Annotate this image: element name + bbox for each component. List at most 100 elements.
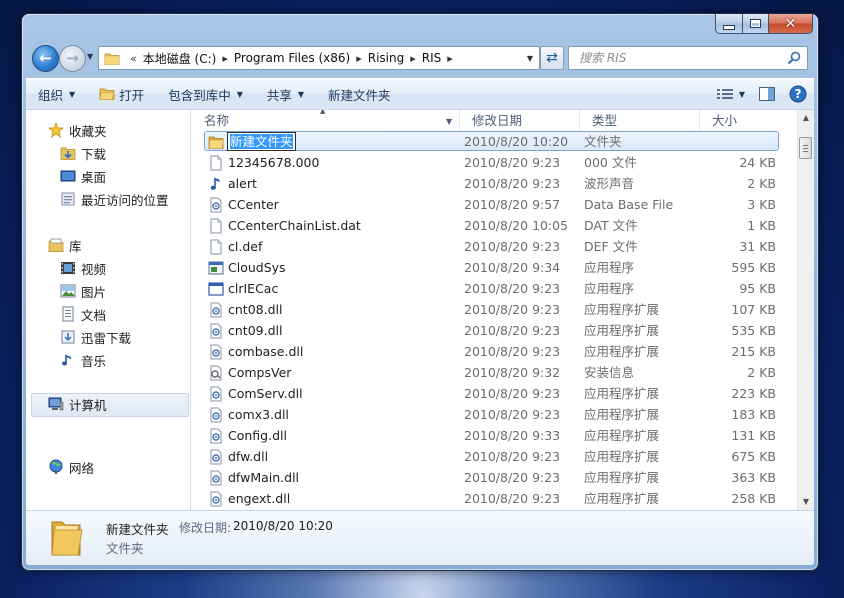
search-box[interactable] <box>568 46 808 70</box>
search-input[interactable] <box>577 50 787 66</box>
blank-file-icon <box>208 239 224 255</box>
breadcrumb-separator-icon[interactable]: ▸ <box>404 52 422 65</box>
organize-button[interactable]: 组织 ▼ <box>26 79 87 109</box>
scroll-up-icon[interactable]: ▲ <box>798 110 814 126</box>
file-row[interactable]: CCenter 2010/8/20 9:57 Data Base File 3 KB <box>192 194 798 215</box>
large-folder-icon <box>51 521 83 556</box>
file-row[interactable]: comx3.dll 2010/8/20 9:23 应用程序扩展 183 KB <box>192 404 798 425</box>
scroll-down-icon[interactable]: ▼ <box>798 494 814 510</box>
vertical-scrollbar[interactable]: ▲ ▼ <box>797 110 814 510</box>
nav-network[interactable]: 网络 <box>48 457 94 477</box>
nav-favorites[interactable]: 收藏夹 <box>48 120 107 140</box>
nav-downloads[interactable]: 下载 <box>60 143 106 163</box>
refresh-button[interactable]: ⇄ <box>540 46 564 70</box>
file-type: 应用程序扩展 <box>584 302 660 317</box>
file-size: 363 KB <box>731 470 776 485</box>
breadcrumb-rising[interactable]: Rising <box>368 51 404 65</box>
selected-item-type: 文件夹 <box>106 541 144 556</box>
nav-desktop[interactable]: 桌面 <box>60 166 106 186</box>
file-row[interactable]: CompsVer 2010/8/20 9:32 安装信息 2 KB <box>192 362 798 383</box>
column-header-name[interactable]: 名称 <box>192 110 460 132</box>
nav-network-label: 网络 <box>69 460 95 476</box>
file-date: 2010/8/20 9:23 <box>464 386 561 401</box>
breadcrumb-separator-icon[interactable]: ▸ <box>216 52 234 65</box>
file-date: 2010/8/20 9:23 <box>464 281 561 296</box>
chevron-down-icon: ▼ <box>236 89 243 99</box>
column-header-date[interactable]: 修改日期 <box>460 110 580 132</box>
column-header-size[interactable]: 大小 <box>700 110 798 132</box>
nav-pictures-label: 图片 <box>81 284 107 300</box>
recent-pages-dropdown[interactable]: ▼ <box>87 52 93 61</box>
file-size: 595 KB <box>731 260 776 275</box>
file-row[interactable]: clrIECac 2010/8/20 9:23 应用程序 95 KB <box>192 278 798 299</box>
file-row[interactable]: cl.def 2010/8/20 9:23 DEF 文件 31 KB <box>192 236 798 257</box>
include-in-library-button[interactable]: 包含到库中 ▼ <box>156 79 255 109</box>
file-row[interactable]: combase.dll 2010/8/20 9:23 应用程序扩展 215 KB <box>192 341 798 362</box>
breadcrumb-overflow[interactable]: « <box>124 52 143 65</box>
file-size <box>706 131 776 152</box>
nav-music[interactable]: 音乐 <box>60 350 106 370</box>
share-button[interactable]: 共享 ▼ <box>255 79 316 109</box>
file-row[interactable]: dfwMain.dll 2010/8/20 9:23 应用程序扩展 363 KB <box>192 467 798 488</box>
breadcrumb-separator-icon[interactable]: ▸ <box>350 52 368 65</box>
open-button[interactable]: 打开 <box>87 79 156 109</box>
preview-pane-button[interactable] <box>752 79 782 109</box>
file-row[interactable]: engext.dll 2010/8/20 9:23 应用程序扩展 258 KB <box>192 488 798 509</box>
file-type: 波形声音 <box>584 176 635 191</box>
file-row[interactable]: CloudSys 2010/8/20 9:34 应用程序 595 KB <box>192 257 798 278</box>
breadcrumb-ris[interactable]: RIS <box>422 51 442 65</box>
file-date: 2010/8/20 10:20 <box>464 134 569 149</box>
nav-videos[interactable]: 视频 <box>60 258 106 278</box>
nav-libraries[interactable]: 库 <box>48 235 82 255</box>
nav-videos-label: 视频 <box>81 261 107 277</box>
file-row[interactable]: cnt08.dll 2010/8/20 9:23 应用程序扩展 107 KB <box>192 299 798 320</box>
file-row[interactable]: ComServ.dll 2010/8/20 9:23 应用程序扩展 223 KB <box>192 383 798 404</box>
audio-file-icon <box>208 176 224 192</box>
file-date: 2010/8/20 9:34 <box>464 260 561 275</box>
breadcrumb-drive[interactable]: 本地磁盘 (C:) <box>143 50 217 67</box>
file-date: 2010/8/20 9:23 <box>464 239 561 254</box>
star-icon <box>48 122 64 138</box>
file-type: 应用程序扩展 <box>584 491 660 506</box>
file-name: dfw.dll <box>228 449 269 464</box>
open-label: 打开 <box>119 87 145 103</box>
maximize-button[interactable] <box>743 14 769 34</box>
minimize-button[interactable] <box>715 14 743 34</box>
column-header-type[interactable]: 类型 <box>580 110 700 132</box>
file-row[interactable]: 新建文件夹 2010/8/20 10:20 文件夹 <box>192 131 798 152</box>
rename-input[interactable]: 新建文件夹 <box>227 132 296 151</box>
chevron-down-icon: ▼ <box>69 89 76 99</box>
forward-button[interactable]: → <box>59 45 86 72</box>
file-row[interactable]: cnt09.dll 2010/8/20 9:23 应用程序扩展 535 KB <box>192 320 798 341</box>
file-name: ComServ.dll <box>228 386 303 401</box>
nav-pictures[interactable]: 图片 <box>60 281 106 301</box>
close-button[interactable]: ✕ <box>769 14 813 34</box>
change-view-button[interactable]: ▼ <box>710 79 752 109</box>
file-type: 应用程序扩展 <box>584 344 660 359</box>
picture-icon <box>60 283 76 299</box>
address-history-dropdown[interactable]: ▼ <box>521 54 539 63</box>
nav-music-label: 音乐 <box>81 353 107 369</box>
new-folder-button[interactable]: 新建文件夹 <box>316 79 403 109</box>
blank-file-icon <box>208 155 224 171</box>
file-row[interactable]: 12345678.000 2010/8/20 9:23 000 文件 24 KB <box>192 152 798 173</box>
scroll-thumb[interactable] <box>799 137 812 159</box>
sort-ascending-icon: ▲ <box>320 110 326 115</box>
column-filter-dropdown[interactable]: ▼ <box>446 117 452 126</box>
help-button[interactable]: ? <box>782 79 814 109</box>
search-icon[interactable] <box>787 51 801 65</box>
back-button[interactable]: ← <box>32 45 59 72</box>
address-bar[interactable]: « 本地磁盘 (C:) ▸ Program Files (x86) ▸ Risi… <box>98 46 540 70</box>
file-date: 2010/8/20 9:23 <box>464 344 561 359</box>
breadcrumb-program-files[interactable]: Program Files (x86) <box>234 51 350 65</box>
breadcrumb-separator-icon[interactable]: ▸ <box>441 52 459 65</box>
nav-documents[interactable]: 文档 <box>60 304 106 324</box>
nav-xunlei-downloads[interactable]: 迅雷下载 <box>60 327 131 347</box>
file-row[interactable]: CCenterChainList.dat 2010/8/20 10:05 DAT 文… <box>192 215 798 236</box>
nav-computer[interactable]: 计算机 <box>48 394 107 414</box>
nav-recent-places[interactable]: 最近访问的位置 <box>60 189 169 209</box>
gear-doc-file-icon <box>208 491 224 507</box>
file-row[interactable]: dfw.dll 2010/8/20 9:23 应用程序扩展 675 KB <box>192 446 798 467</box>
file-row[interactable]: Config.dll 2010/8/20 9:33 应用程序扩展 131 KB <box>192 425 798 446</box>
file-row[interactable]: alert 2010/8/20 9:23 波形声音 2 KB <box>192 173 798 194</box>
